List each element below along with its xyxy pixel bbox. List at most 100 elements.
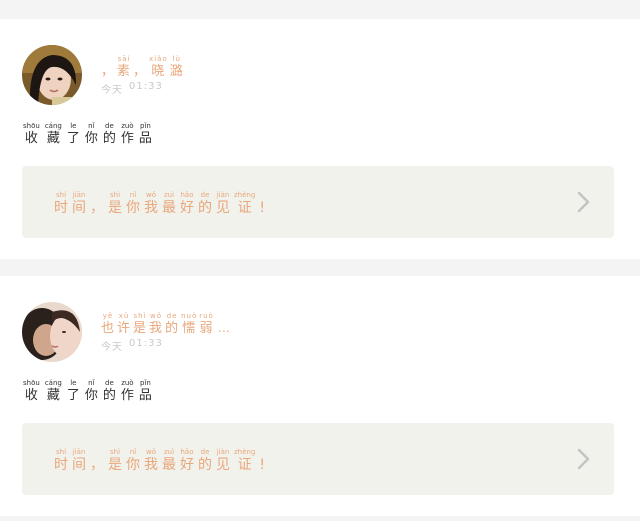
pinyin-text: xiǎo <box>149 55 168 63</box>
hanzi-text: ， <box>90 200 104 216</box>
action-text: shōu 收 cáng 藏 le 了 nǐ 你 de 的 zuò 作 pǐn 品 <box>23 379 152 403</box>
hanzi-text: 是 <box>133 321 148 336</box>
pinyin-text: de <box>105 122 114 130</box>
action-char: zuò 作 <box>121 379 134 403</box>
pinyin-text: jiàn <box>216 191 230 199</box>
pinyin-text <box>138 56 141 63</box>
pinyin-text <box>96 192 98 199</box>
pinyin-text: zhèng <box>234 191 256 199</box>
pinyin-text: pǐn <box>140 379 151 387</box>
nickname-ellipsis: … <box>217 321 231 335</box>
action-char: shōu 收 <box>23 122 40 146</box>
quote-char: shì 是 <box>108 449 122 473</box>
pinyin-text: shí <box>55 448 67 456</box>
quote-text: shí 时 jiān 间 ， shì 是 nǐ 你 wǒ 我 zuì 最 hǎo 好 de 的 jiàn 见 zhè… <box>54 448 265 473</box>
pinyin-text: shì <box>109 191 121 199</box>
hanzi-text: 你 <box>126 457 140 473</box>
hanzi-text: 我 <box>149 321 164 336</box>
hanzi-text: 作 <box>120 131 134 146</box>
nickname-char: xiǎo 晓 <box>149 55 168 79</box>
hanzi-text: ， <box>90 457 104 473</box>
hanzi-text: 是 <box>108 457 122 473</box>
quote-char: jiàn 见 <box>216 191 230 216</box>
user-avatar-icon <box>22 45 82 105</box>
pinyin-text: de <box>200 191 210 199</box>
pinyin-text: jiān <box>72 191 86 199</box>
hanzi-text: 收 <box>24 388 38 403</box>
hanzi-text: 间 <box>72 200 86 216</box>
hanzi-text: ， <box>101 64 116 79</box>
pinyin-text: de <box>105 379 114 387</box>
chevron-right-icon <box>577 191 590 213</box>
user-avatar[interactable] <box>22 302 82 362</box>
action-char: pǐn 品 <box>139 123 152 146</box>
hanzi-text: ! <box>259 200 265 216</box>
hanzi-text: 好 <box>180 200 194 216</box>
hanzi-text: 我 <box>144 200 158 216</box>
hanzi-text: 你 <box>126 200 140 216</box>
quote-char: ! <box>259 192 265 215</box>
feed-card: ， sāi 素 ， xiǎo 晓 lù 潞 今天 01:33 shōu 收 cáng 藏 le 了 nǐ… <box>0 19 640 259</box>
quote-box[interactable]: shí 时 jiān 间 ， shì 是 nǐ 你 wǒ 我 zuì 最 hǎo 好 de 的 jiàn 见 zhè… <box>22 423 614 495</box>
quote-char: ， <box>90 192 104 215</box>
pinyin-text: yě <box>102 312 114 320</box>
pinyin-text: de <box>200 448 210 456</box>
hanzi-text: ， <box>133 64 148 79</box>
quote-char: jiān 间 <box>72 449 86 473</box>
pinyin-text: nuò <box>181 312 198 320</box>
quote-char: hǎo 好 <box>180 449 194 473</box>
hanzi-text: 好 <box>180 457 194 473</box>
feed-card: yě 也 xǔ 许 shì 是 wǒ 我 de 的 nuò 懦 ruò 弱… 今天 01:33 shōu 收… <box>0 276 640 516</box>
hanzi-text: 见 <box>216 200 230 216</box>
nickname-char: ， <box>133 56 147 78</box>
nickname-char: wǒ 我 <box>149 313 164 336</box>
quote-char: zuì 最 <box>162 448 176 473</box>
hanzi-text: 也 <box>101 321 116 336</box>
nickname-char: sāi 素 <box>117 56 131 79</box>
quote-char: wǒ 我 <box>144 192 158 216</box>
quote-box[interactable]: shí 时 jiān 间 ， shì 是 nǐ 你 wǒ 我 zuì 最 hǎo 好 de 的 jiàn 见 zhè… <box>22 166 614 238</box>
pinyin-text: zuì <box>163 448 175 456</box>
hanzi-text: 间 <box>72 457 86 473</box>
quote-char: hǎo 好 <box>180 192 194 216</box>
action-char: shōu 收 <box>23 379 40 403</box>
pinyin-text: le <box>70 379 77 387</box>
pinyin-text: ruò <box>199 312 214 320</box>
action-text: shōu 收 cáng 藏 le 了 nǐ 你 de 的 zuò 作 pǐn 品 <box>23 122 152 146</box>
pinyin-text: shōu <box>23 379 40 387</box>
pinyin-text: shì <box>133 312 147 320</box>
nickname-char: shì 是 <box>133 312 148 336</box>
user-nickname[interactable]: ， sāi 素 ， xiǎo 晓 lù 潞 <box>101 55 184 79</box>
quote-char: zhèng 证 <box>234 191 256 216</box>
quote-char: zuì 最 <box>162 191 176 216</box>
hanzi-text: 品 <box>138 388 152 403</box>
hanzi-text: 潞 <box>169 64 184 79</box>
nickname-char: lù 潞 <box>169 56 184 79</box>
hanzi-text: 了 <box>66 388 80 403</box>
quote-char: nǐ 你 <box>126 192 140 216</box>
hanzi-text: 晓 <box>151 64 166 79</box>
action-char: zuò 作 <box>120 123 134 146</box>
user-avatar[interactable] <box>22 45 82 105</box>
action-char: cáng 藏 <box>45 380 62 403</box>
quote-char: jiàn 见 <box>216 449 230 473</box>
quote-char: ， <box>90 449 104 472</box>
pinyin-text: shōu <box>23 122 40 130</box>
nickname-char: de 的 <box>165 313 180 336</box>
user-avatar-icon <box>22 302 82 362</box>
pinyin-text: cáng <box>44 122 62 130</box>
pinyin-text: xǔ <box>118 312 130 320</box>
pinyin-text: zuò <box>121 379 134 387</box>
pinyin-text: zuì <box>163 191 175 199</box>
pinyin-text <box>106 56 109 63</box>
hanzi-text: 的 <box>165 321 180 336</box>
pinyin-text <box>261 192 263 199</box>
user-nickname[interactable]: yě 也 xǔ 许 shì 是 wǒ 我 de 的 nuò 懦 ruò 弱… <box>101 312 231 336</box>
action-char: de 的 <box>103 379 116 403</box>
action-char: le 了 <box>66 379 80 403</box>
nickname-char: xǔ 许 <box>117 312 131 336</box>
quote-char: wǒ 我 <box>144 449 158 473</box>
pinyin-text: zhèng <box>234 448 256 456</box>
quote-char: zhèng 证 <box>234 448 256 473</box>
quote-char: de 的 <box>198 191 212 216</box>
